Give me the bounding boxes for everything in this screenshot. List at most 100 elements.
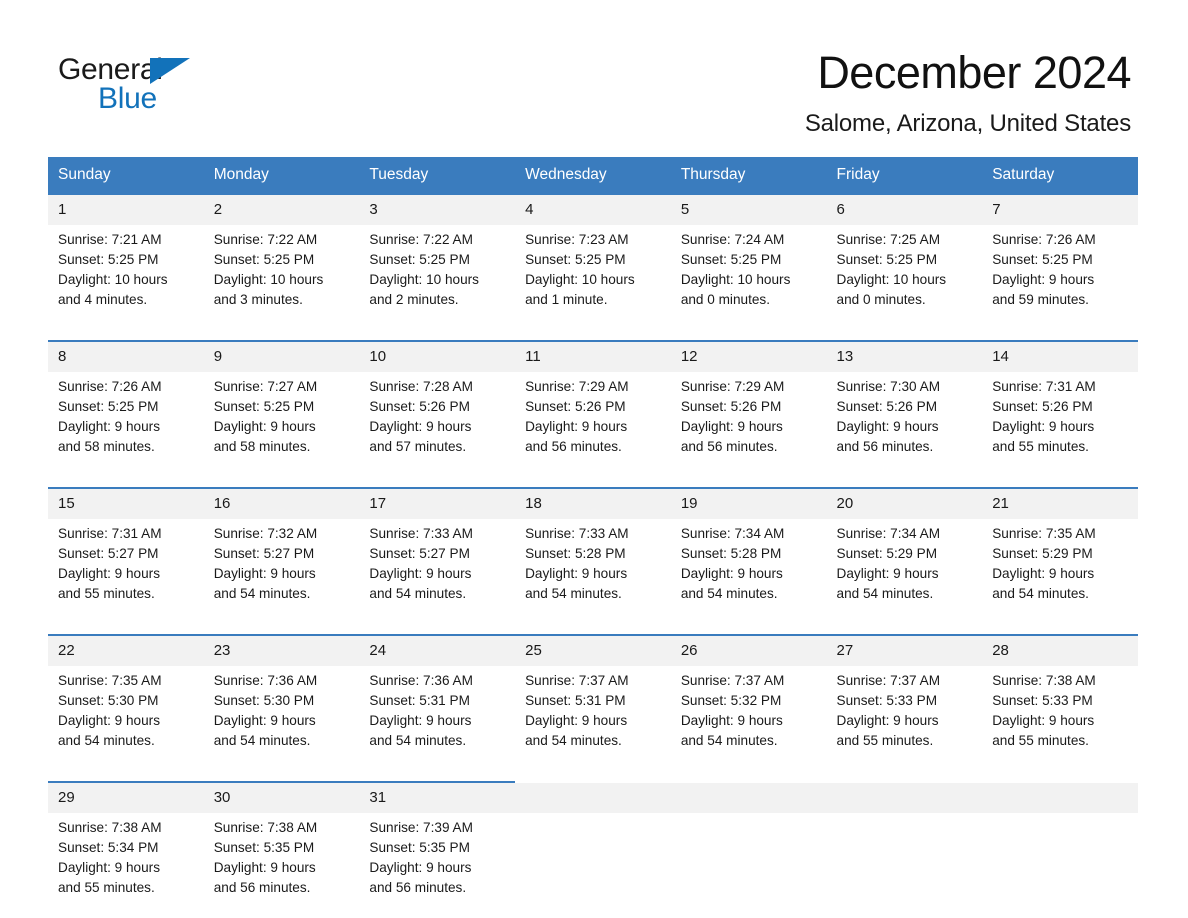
day-info-row: Sunrise: 7:35 AM Sunset: 5:30 PM Daylight:…	[48, 666, 1138, 766]
calendar-page: General Blue December 2024 Salome, Arizo…	[0, 0, 1188, 918]
day-daylight-text: and 0 minutes.	[836, 292, 926, 308]
day-number-cell[interactable]: 5	[670, 193, 827, 226]
day-number-cell[interactable]: 6	[826, 193, 983, 226]
day-number-cell[interactable]: 19	[670, 487, 827, 520]
day-sunset-text: Sunset: 5:28 PM	[680, 546, 782, 562]
day-sunrise-text: Sunrise: 7:32 AM	[213, 526, 318, 542]
day-sunset-text: Sunset: 5:25 PM	[992, 252, 1093, 268]
day-daylight-text: and 0 minutes.	[680, 292, 770, 308]
day-daylight-text: and 54 minutes.	[680, 586, 778, 602]
day-number-cell[interactable]: 10	[359, 340, 516, 373]
day-sunrise-text: Sunrise: 7:38 AM	[213, 820, 318, 836]
day-number-cell[interactable]: 18	[515, 487, 671, 520]
day-number-cell[interactable]: 4	[515, 193, 671, 226]
day-sunrise-text: Sunrise: 7:27 AM	[213, 379, 318, 395]
day-sunrise-text: Sunrise: 7:26 AM	[58, 379, 162, 395]
day-daylight-text: and 4 minutes.	[58, 292, 148, 308]
day-daylight-text: Daylight: 9 hours	[213, 860, 316, 876]
day-daylight-text: and 59 minutes.	[992, 292, 1089, 308]
day-number-cell[interactable]: 1	[48, 193, 204, 226]
day-info-cell: Sunrise: 7:39 AM Sunset: 5:35 PM Daylight:…	[359, 813, 516, 913]
day-daylight-text: and 55 minutes.	[992, 439, 1089, 455]
day-daylight-text: and 56 minutes.	[369, 880, 467, 896]
day-info-cell: Sunrise: 7:31 AM Sunset: 5:27 PM Daylight:…	[48, 519, 204, 619]
day-daylight-text: and 54 minutes.	[525, 586, 622, 602]
day-number-cell[interactable]: 13	[826, 340, 983, 373]
day-number-cell[interactable]: 31	[359, 781, 516, 814]
day-sunset-text: Sunset: 5:25 PM	[213, 252, 315, 268]
day-number-cell[interactable]: 12	[670, 340, 827, 373]
day-daylight-text: and 54 minutes.	[525, 733, 622, 749]
day-info-cell: Sunrise: 7:38 AM Sunset: 5:35 PM Daylight:…	[203, 813, 360, 913]
day-sunset-text: Sunset: 5:25 PM	[58, 399, 159, 415]
day-number-cell[interactable]: 16	[203, 487, 360, 520]
day-sunset-text: Sunset: 5:27 PM	[369, 546, 470, 562]
day-sunset-text: Sunset: 5:34 PM	[58, 840, 159, 856]
day-daylight-text: Daylight: 9 hours	[836, 419, 939, 435]
day-daylight-text: Daylight: 9 hours	[680, 713, 783, 729]
day-number-cell[interactable]: 15	[48, 487, 204, 520]
day-daylight-text: and 56 minutes.	[213, 880, 311, 896]
week-separator-cell	[48, 765, 1138, 783]
day-sunrise-text: Sunrise: 7:29 AM	[680, 379, 785, 395]
day-info-row: Sunrise: 7:21 AM Sunset: 5:25 PM Daylight:…	[48, 225, 1138, 325]
day-daylight-text: Daylight: 10 hours	[836, 272, 947, 288]
logo-text-blue: Blue	[98, 82, 157, 115]
day-number-cell[interactable]: 30	[203, 781, 360, 814]
day-info-cell: Sunrise: 7:38 AM Sunset: 5:34 PM Daylight:…	[48, 813, 204, 913]
day-number-cell[interactable]: 27	[826, 634, 983, 667]
day-number-cell[interactable]: 23	[203, 634, 360, 667]
day-sunrise-text: Sunrise: 7:31 AM	[992, 379, 1096, 395]
day-daylight-text: and 55 minutes.	[836, 733, 934, 749]
page-subtitle: Salome, Arizona, United States	[804, 110, 1131, 138]
day-number-row: 1234567	[48, 193, 1138, 226]
day-info-cell: Sunrise: 7:32 AM Sunset: 5:27 PM Daylight:…	[203, 519, 360, 619]
day-number-cell[interactable]: 26	[670, 634, 827, 667]
day-number-cell[interactable]: 9	[203, 340, 360, 373]
logo-triangle-icon	[150, 58, 190, 84]
day-daylight-text: Daylight: 10 hours	[680, 272, 791, 288]
day-sunrise-text: Sunrise: 7:35 AM	[992, 526, 1096, 542]
week-separator	[48, 471, 1138, 489]
day-daylight-text: Daylight: 9 hours	[992, 419, 1095, 435]
day-info-cell: Sunrise: 7:33 AM Sunset: 5:28 PM Daylight:…	[515, 519, 671, 619]
day-sunset-text: Sunset: 5:25 PM	[525, 252, 626, 268]
day-number-cell[interactable]: 17	[359, 487, 516, 520]
day-daylight-text: Daylight: 9 hours	[369, 566, 472, 582]
day-number-cell[interactable]: 8	[48, 340, 204, 373]
day-sunset-text: Sunset: 5:31 PM	[369, 693, 470, 709]
day-daylight-text: and 2 minutes.	[369, 292, 459, 308]
day-info-cell: Sunrise: 7:34 AM Sunset: 5:28 PM Daylight:…	[670, 519, 827, 619]
title-block: December 2024 Salome, Arizona, United St…	[804, 47, 1132, 138]
day-number-cell[interactable]: 28	[982, 634, 1138, 667]
column-header-friday: Friday	[826, 157, 983, 195]
day-daylight-text: and 56 minutes.	[836, 439, 934, 455]
week-separator-cell	[48, 618, 1138, 636]
day-number-cell[interactable]: 21	[982, 487, 1138, 520]
day-number-cell[interactable]: 29	[48, 781, 204, 814]
day-sunset-text: Sunset: 5:25 PM	[836, 252, 938, 268]
day-number-cell[interactable]: 14	[982, 340, 1138, 373]
day-number-row: 29 30 31	[48, 781, 1138, 814]
day-number-cell[interactable]: 25	[515, 634, 671, 667]
day-daylight-text: Daylight: 9 hours	[213, 566, 316, 582]
day-sunset-text: Sunset: 5:31 PM	[525, 693, 626, 709]
day-sunrise-text: Sunrise: 7:38 AM	[58, 820, 162, 836]
day-number-cell[interactable]: 2	[203, 193, 360, 226]
day-sunrise-text: Sunrise: 7:33 AM	[369, 526, 473, 542]
day-daylight-text: Daylight: 9 hours	[369, 860, 472, 876]
day-number-cell[interactable]: 3	[359, 193, 516, 226]
day-number-cell[interactable]: 20	[826, 487, 983, 520]
column-header-thursday: Thursday	[670, 157, 827, 195]
day-daylight-text: and 54 minutes.	[213, 733, 311, 749]
day-number-cell[interactable]: 7	[982, 193, 1138, 226]
day-daylight-text: Daylight: 9 hours	[992, 272, 1095, 288]
day-sunset-text: Sunset: 5:26 PM	[525, 399, 626, 415]
day-sunset-text: Sunset: 5:25 PM	[213, 399, 315, 415]
day-sunset-text: Sunset: 5:25 PM	[58, 252, 159, 268]
day-info-cell: Sunrise: 7:37 AM Sunset: 5:31 PM Daylight:…	[515, 666, 671, 766]
day-number-cell[interactable]: 22	[48, 634, 204, 667]
day-number-cell[interactable]: 24	[359, 634, 516, 667]
day-number-cell[interactable]: 11	[515, 340, 671, 373]
day-daylight-text: Daylight: 10 hours	[58, 272, 168, 288]
